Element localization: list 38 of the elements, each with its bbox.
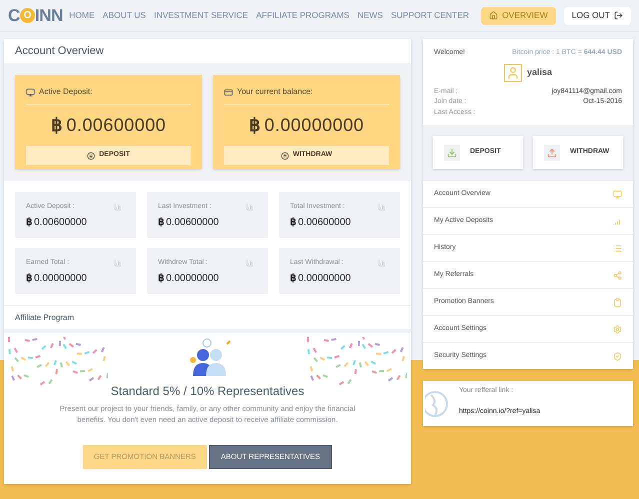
chart-icon: [378, 203, 386, 212]
stat-value: ฿ 0.00600000: [26, 216, 88, 230]
stat-value: ฿ 0.00000000: [158, 272, 220, 286]
monitor-icon: [26, 88, 35, 96]
chart-icon: [246, 203, 254, 212]
settings-icon: [613, 324, 622, 334]
logout-icon: [614, 11, 623, 20]
monitor-icon: [613, 190, 622, 198]
chart-icon: [378, 259, 386, 268]
username: yalisa: [526, 66, 552, 79]
logout-button[interactable]: LOG OUT: [564, 6, 631, 24]
arrow-up-icon: [280, 152, 289, 160]
card-label: Your current balance:: [237, 86, 313, 98]
arrow-down-icon: [87, 152, 96, 160]
upload-icon: [544, 144, 560, 160]
panel-title: Account Overview: [14, 44, 105, 59]
card-label: Active Deposit:: [39, 86, 92, 98]
avatar-icon: [504, 64, 522, 82]
chart-icon: [246, 259, 254, 268]
chart-icon: [114, 259, 122, 268]
stat-value: ฿ 0.00600000: [158, 216, 220, 230]
card-icon: [224, 88, 233, 96]
logo[interactable]: C O INN: [8, 2, 63, 28]
chart-icon: [114, 203, 122, 212]
download-icon: [444, 144, 460, 160]
clipboard-icon: [613, 298, 622, 306]
balance-amount: ฿ 0.00000000: [248, 114, 366, 137]
share-icon: [613, 270, 622, 280]
stat-value: ฿ 0.00000000: [290, 272, 352, 286]
balance-amount: ฿ 0.00600000: [50, 114, 168, 137]
stat-value: ฿ 0.00600000: [290, 216, 352, 230]
affiliate-heading: Standard 5% / 10% Representatives: [110, 383, 304, 400]
stat-value: ฿ 0.00000000: [26, 272, 88, 286]
shield-icon: [613, 352, 622, 360]
section-title: Affiliate Program: [4, 306, 411, 333]
home-icon: [489, 11, 498, 20]
list-icon: [613, 244, 622, 252]
signal-bars-icon: [613, 216, 622, 226]
